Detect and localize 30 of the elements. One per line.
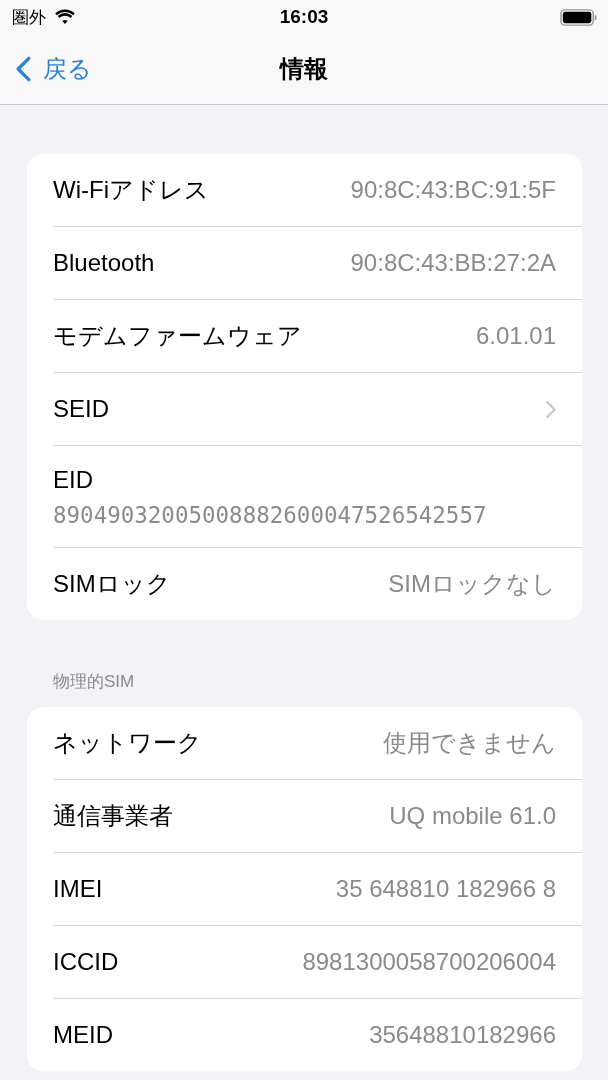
page-title: 情報: [280, 54, 328, 84]
row-value: 90:8C:43:BB:27:2A: [350, 249, 556, 277]
row-value: UQ mobile 61.0: [389, 802, 556, 830]
row-value: SIMロックなし: [388, 569, 556, 599]
row-label: Bluetooth: [53, 249, 155, 277]
row-label: モデムファームウェア: [53, 321, 302, 351]
row-value: 35648810182966: [369, 1021, 556, 1049]
clock-time: 16:03: [279, 6, 329, 28]
row-label: ICCID: [53, 948, 119, 976]
row-label: 通信事業者: [53, 801, 173, 831]
row-label[interactable]: SEID: [53, 395, 109, 423]
back-button[interactable]: 戻る: [0, 53, 92, 85]
row-value: 89049032005008882600047526542557: [53, 501, 487, 528]
wifi-icon: [54, 9, 76, 25]
row-label: IMEI: [53, 875, 103, 903]
row-label: EID: [53, 465, 93, 494]
battery-icon: [560, 7, 598, 27]
row-value: 8981300058700206004: [302, 948, 556, 976]
row-value: 90:8C:43:BC:91:5F: [350, 176, 556, 204]
row-value: 35 648810 182966 8: [335, 875, 556, 903]
chevron-left-icon: [16, 56, 31, 82]
row-label: MEID: [53, 1021, 113, 1049]
row-value: 使用できません: [383, 728, 556, 758]
row-value: 6.01.01: [475, 322, 556, 350]
section-header: 物理的SIM: [52, 671, 136, 693]
row-label: SIMロック: [53, 569, 171, 599]
row-label: Wi-Fiアドレス: [53, 175, 209, 205]
carrier-text: 圏外: [12, 6, 46, 29]
chevron-right-icon[interactable]: [545, 399, 556, 419]
row-label: ネットワーク: [53, 728, 202, 758]
